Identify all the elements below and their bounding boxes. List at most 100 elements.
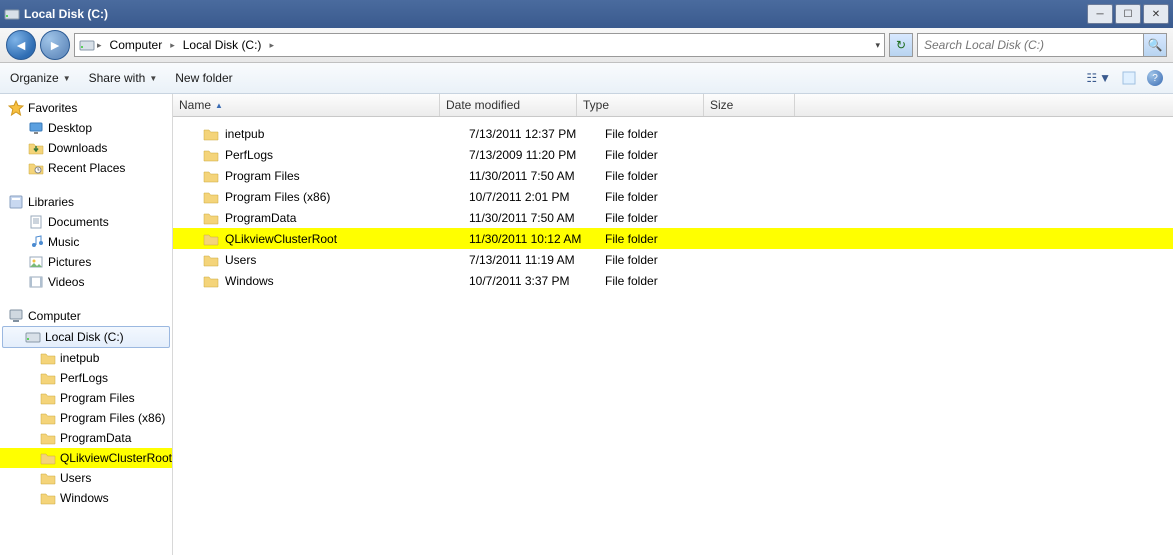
file-name: ProgramData [225, 211, 296, 225]
close-button[interactable]: ✕ [1143, 4, 1169, 24]
explorer-window: Local Disk (C:) ─ ☐ ✕ ◄ ► ▸ Computer ▸ L… [0, 0, 1173, 553]
cell-type: File folder [599, 211, 725, 225]
tree-lib-item[interactable]: Music [0, 232, 172, 252]
search-icon[interactable]: 🔍 [1143, 34, 1166, 56]
file-list: Name ▲ Date modified Type Size inetpub7/… [173, 94, 1173, 555]
tree-folder-item[interactable]: ProgramData [0, 428, 172, 448]
column-header-size[interactable]: Size [704, 94, 795, 116]
navigation-pane: Favorites Desktop Downloads Recent Place… [0, 94, 173, 555]
chevron-down-icon: ▼ [1099, 71, 1111, 85]
tree-label: Windows [60, 491, 109, 505]
minimize-button[interactable]: ─ [1087, 4, 1113, 24]
organize-button[interactable]: Organize ▼ [10, 71, 71, 85]
title-bar: Local Disk (C:) ─ ☐ ✕ [0, 0, 1173, 28]
tree-label: Desktop [48, 121, 92, 135]
history-dropdown-icon[interactable]: ▾ [875, 40, 880, 51]
drive-icon [4, 6, 20, 22]
cell-name: Program Files (x86) [173, 189, 463, 205]
file-row[interactable]: QLikviewClusterRoot11/30/2011 10:12 AMFi… [173, 228, 1173, 249]
cell-type: File folder [599, 253, 725, 267]
sort-ascending-icon: ▲ [215, 101, 223, 110]
file-row[interactable]: ProgramData 11/30/2011 7:50 AMFile folder [173, 207, 1173, 228]
chevron-icon: ▸ [97, 40, 102, 51]
preview-pane-button[interactable] [1121, 70, 1137, 86]
tree-drive[interactable]: Local Disk (C:) [2, 326, 170, 348]
new-folder-button[interactable]: New folder [175, 71, 232, 85]
breadcrumb-segment[interactable]: Local Disk (C:) [177, 36, 268, 54]
folder-icon [203, 273, 219, 289]
tree-folder-item[interactable]: QLikviewClusterRoot [0, 448, 172, 468]
tree-label: Favorites [28, 101, 77, 115]
drive-icon [79, 37, 95, 53]
window-title: Local Disk (C:) [24, 7, 1087, 21]
column-headers: Name ▲ Date modified Type Size [173, 94, 1173, 117]
cell-name: PerfLogs [173, 147, 463, 163]
file-row[interactable]: inetpub7/13/2011 12:37 PMFile folder [173, 123, 1173, 144]
tree-folder-item[interactable]: Program Files [0, 388, 172, 408]
folder-icon [40, 350, 56, 366]
tree-fav-item[interactable]: Desktop [0, 118, 172, 138]
breadcrumb-segment[interactable]: Computer [104, 36, 169, 54]
tree-label: Recent Places [48, 161, 125, 175]
tree-label: Program Files [60, 391, 135, 405]
maximize-button[interactable]: ☐ [1115, 4, 1141, 24]
tree-computer[interactable]: Computer [0, 306, 172, 326]
folder-icon [203, 147, 219, 163]
tree-lib-item[interactable]: Documents [0, 212, 172, 232]
column-header-date[interactable]: Date modified [440, 94, 577, 116]
cell-date: 10/7/2011 2:01 PM [463, 190, 599, 204]
tree-label: Users [60, 471, 91, 485]
folder-icon [40, 490, 56, 506]
cell-date: 7/13/2011 11:19 AM [463, 253, 599, 267]
music-icon [28, 234, 44, 250]
tree-fav-item[interactable]: Recent Places [0, 158, 172, 178]
column-label: Type [583, 98, 609, 112]
tree-folder-item[interactable]: inetpub [0, 348, 172, 368]
tree-folder-item[interactable]: PerfLogs [0, 368, 172, 388]
column-label: Name [179, 98, 211, 112]
file-row[interactable]: Users7/13/2011 11:19 AMFile folder [173, 249, 1173, 270]
folder-icon [40, 370, 56, 386]
tree-favorites[interactable]: Favorites [0, 98, 172, 118]
folder-icon [40, 430, 56, 446]
search-box[interactable]: 🔍 [917, 33, 1167, 57]
folder-icon [203, 189, 219, 205]
address-bar[interactable]: ▸ Computer ▸ Local Disk (C:) ▸ ▾ [74, 33, 885, 57]
file-row[interactable]: PerfLogs7/13/2009 11:20 PMFile folder [173, 144, 1173, 165]
forward-button[interactable]: ► [40, 30, 70, 60]
refresh-button[interactable]: ↻ [889, 33, 913, 57]
new-folder-label: New folder [175, 71, 232, 85]
tree-folder-item[interactable]: Program Files (x86) [0, 408, 172, 428]
folder-icon [40, 390, 56, 406]
cell-date: 7/13/2009 11:20 PM [463, 148, 599, 162]
back-button[interactable]: ◄ [6, 30, 36, 60]
column-label: Date modified [446, 98, 520, 112]
file-row[interactable]: Program Files (x86)10/7/2011 2:01 PMFile… [173, 186, 1173, 207]
help-button[interactable]: ? [1147, 70, 1163, 86]
search-input[interactable] [922, 37, 1143, 53]
column-header-spacer [795, 94, 1173, 116]
file-name: inetpub [225, 127, 264, 141]
organize-label: Organize [10, 71, 59, 85]
view-options-button[interactable]: ☷ ▼ [1086, 71, 1111, 85]
share-label: Share with [89, 71, 146, 85]
cell-name: Program Files [173, 168, 463, 184]
folder-icon [203, 231, 219, 247]
tree-libraries[interactable]: Libraries [0, 192, 172, 212]
file-row[interactable]: Windows10/7/2011 3:37 PMFile folder [173, 270, 1173, 291]
column-header-type[interactable]: Type [577, 94, 704, 116]
tree-fav-item[interactable]: Downloads [0, 138, 172, 158]
file-row[interactable]: Program Files11/30/2011 7:50 AMFile fold… [173, 165, 1173, 186]
tree-lib-item[interactable]: Videos [0, 272, 172, 292]
tree-folder-item[interactable]: Users [0, 468, 172, 488]
tree-label: Videos [48, 275, 84, 289]
share-with-button[interactable]: Share with ▼ [89, 71, 158, 85]
tree-lib-item[interactable]: Pictures [0, 252, 172, 272]
cell-date: 11/30/2011 7:50 AM [463, 211, 599, 225]
tree-label: Pictures [48, 255, 91, 269]
column-header-name[interactable]: Name ▲ [173, 94, 440, 116]
tree-folder-item[interactable]: Windows [0, 488, 172, 508]
tree-label: Program Files (x86) [60, 411, 165, 425]
chevron-down-icon: ▼ [63, 74, 71, 83]
cell-date: 11/30/2011 10:12 AM [463, 232, 599, 246]
